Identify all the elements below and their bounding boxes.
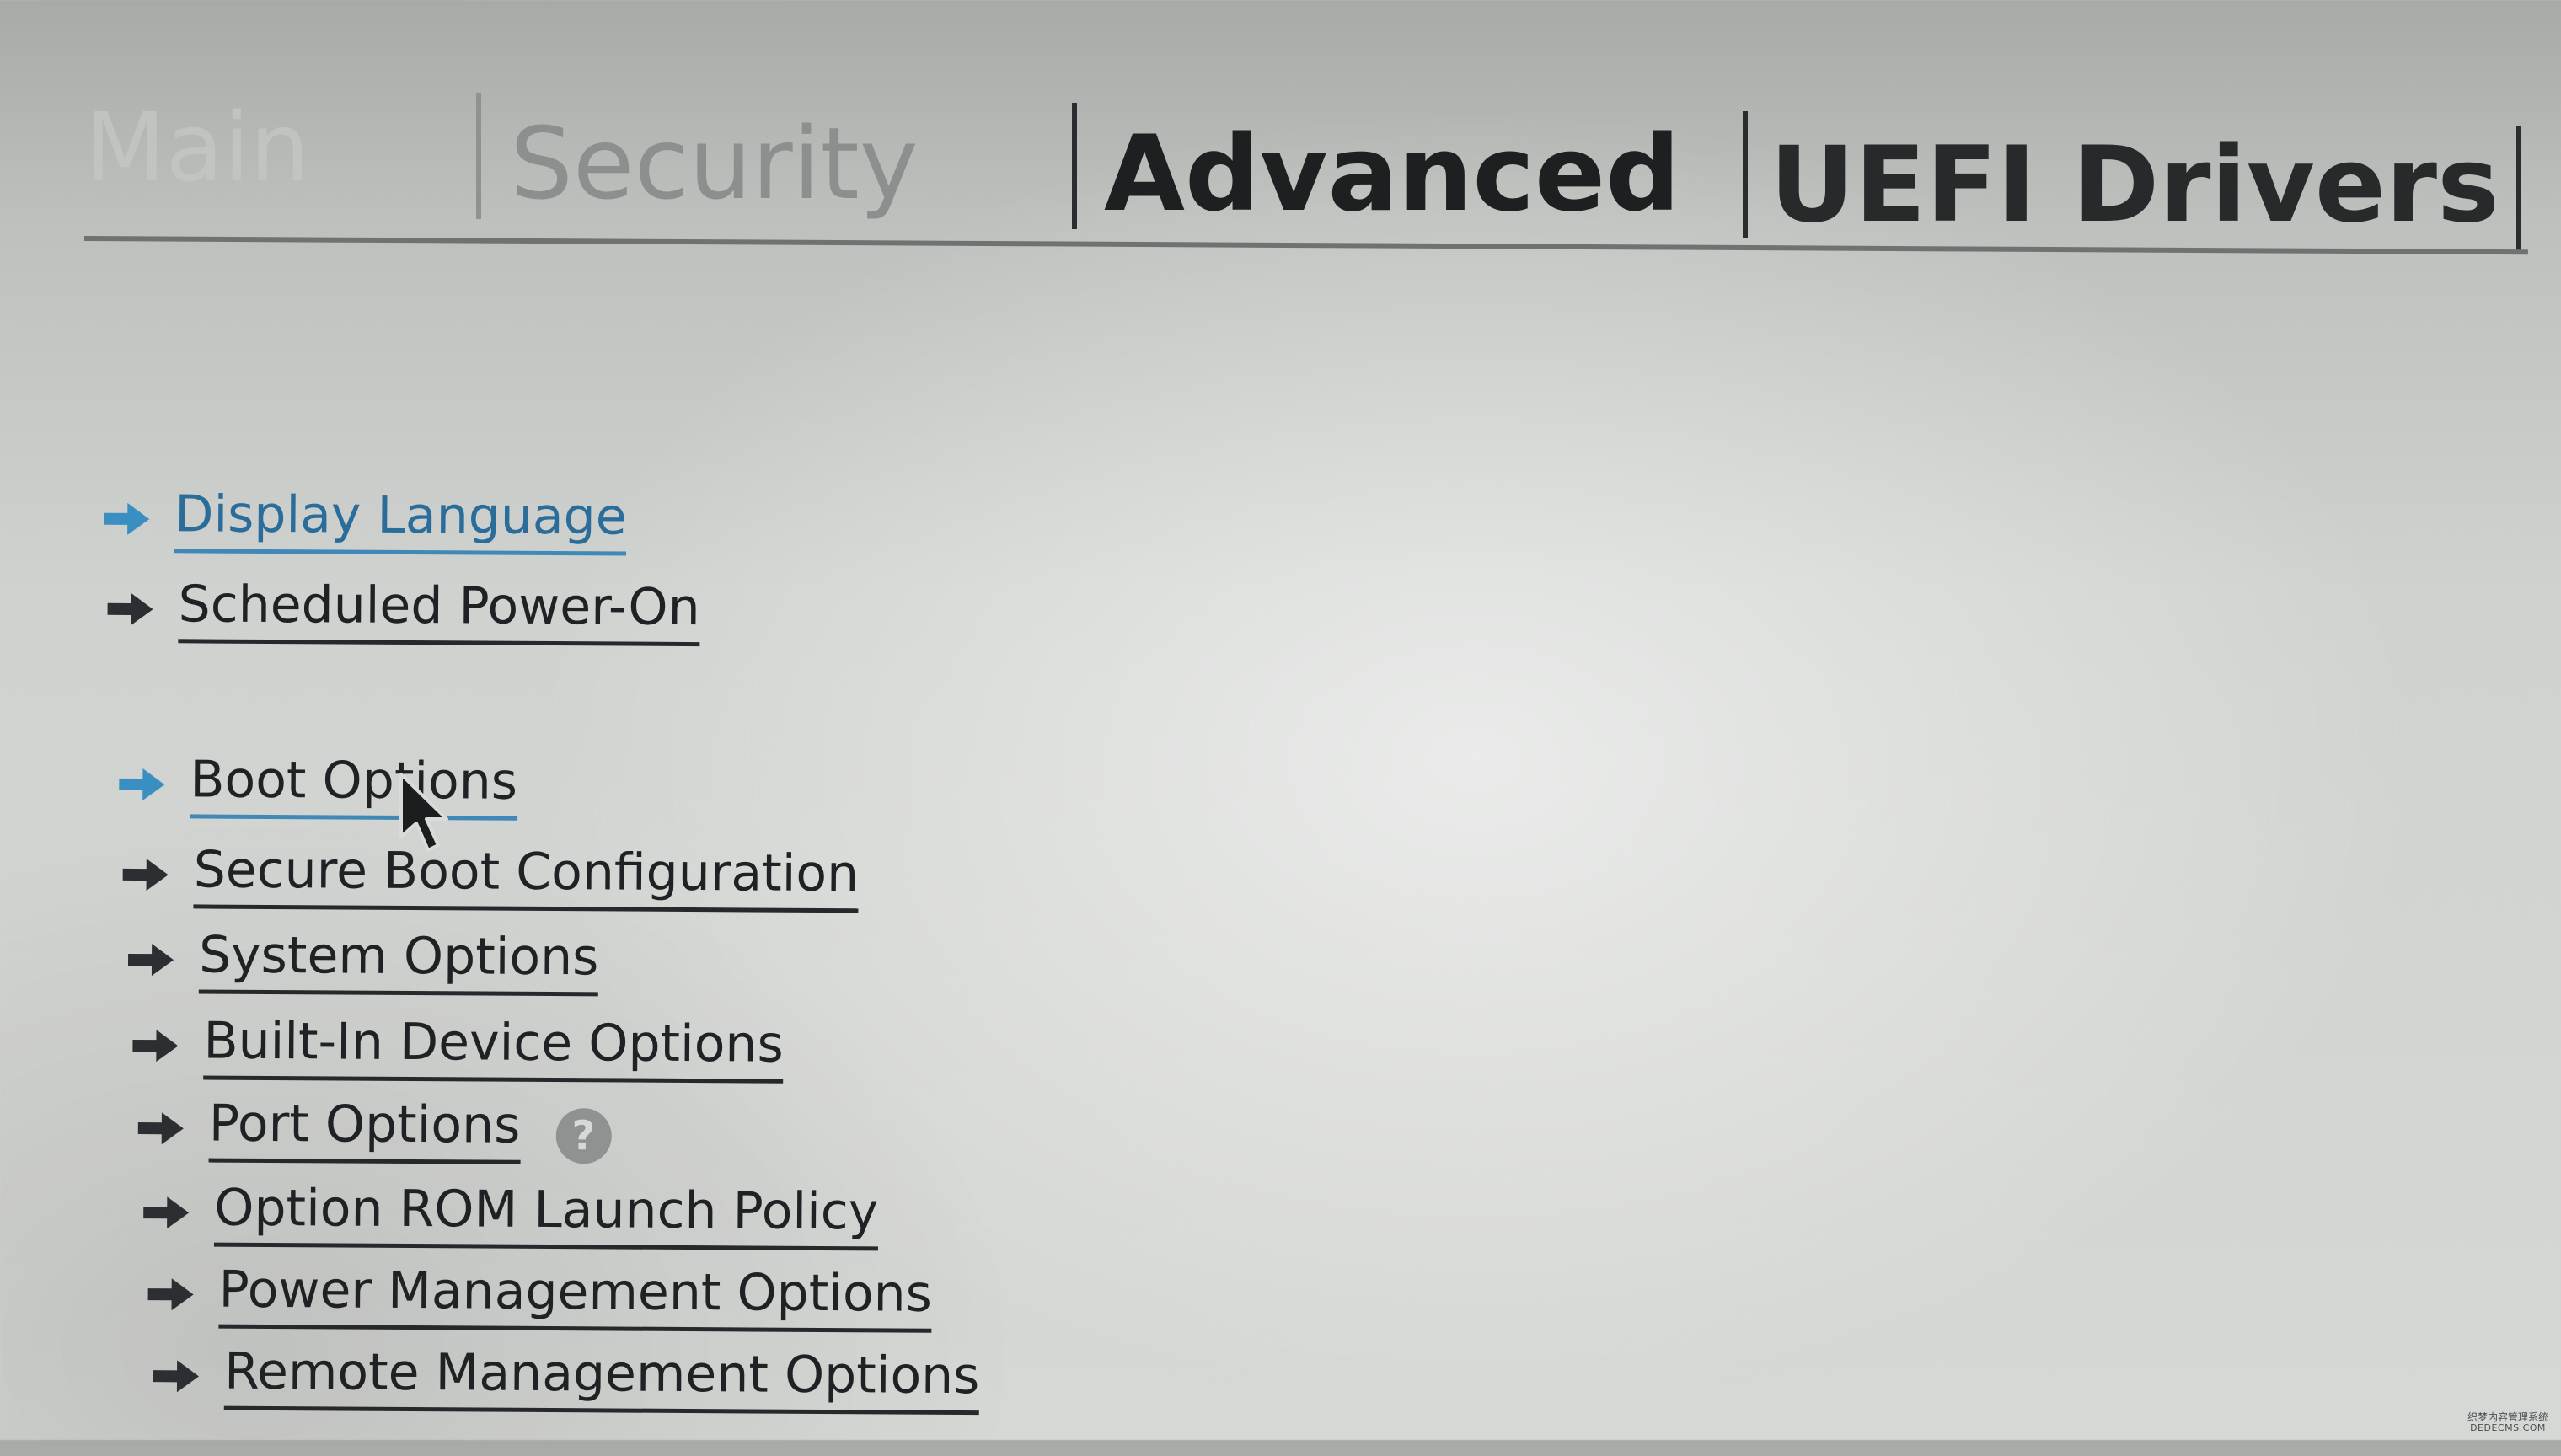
- menu-item-system-options[interactable]: System Options: [126, 925, 599, 997]
- menu-item-label[interactable]: Built-In Device Options: [203, 1011, 784, 1084]
- menu-item-port-options[interactable]: Port Options ?: [137, 1095, 612, 1164]
- menu-item-label[interactable]: Remote Management Options: [223, 1342, 980, 1416]
- menu-item-label[interactable]: Power Management Options: [218, 1261, 932, 1333]
- menu-item-label[interactable]: Display Language: [174, 484, 627, 556]
- right-arrow-icon: [117, 766, 166, 803]
- menu-item-built-in-device-options[interactable]: Built-In Device Options: [131, 1011, 784, 1084]
- advanced-menu: Display Language Scheduled Power-On Boot…: [0, 0, 2561, 1456]
- right-arrow-icon: [146, 1276, 195, 1313]
- right-arrow-icon: [121, 856, 170, 893]
- menu-item-label[interactable]: Scheduled Power-On: [178, 575, 700, 647]
- right-arrow-icon: [126, 941, 175, 978]
- menu-item-boot-options[interactable]: Boot Options: [117, 750, 517, 821]
- right-arrow-icon: [131, 1027, 179, 1064]
- menu-item-label[interactable]: Secure Boot Configuration: [193, 840, 859, 913]
- watermark: 织梦内容管理系统 DEDECMS.COM: [2462, 1410, 2554, 1433]
- menu-item-secure-boot-configuration[interactable]: Secure Boot Configuration: [121, 840, 859, 913]
- menu-item-power-management-options[interactable]: Power Management Options: [146, 1261, 932, 1333]
- mouse-pointer-icon: [396, 771, 455, 855]
- bios-setup-screen: Main Security Advanced UEFI Drivers Disp…: [0, 0, 2561, 1440]
- watermark-line: 织梦内容管理系统: [2467, 1410, 2548, 1423]
- menu-item-label[interactable]: Option ROM Launch Policy: [213, 1179, 878, 1251]
- right-arrow-icon: [152, 1357, 201, 1394]
- menu-item-label[interactable]: System Options: [198, 925, 599, 997]
- menu-item-option-rom-launch-policy[interactable]: Option ROM Launch Policy: [142, 1179, 878, 1251]
- menu-item-scheduled-power-on[interactable]: Scheduled Power-On: [105, 575, 700, 647]
- menu-item-display-language[interactable]: Display Language: [102, 484, 627, 556]
- right-arrow-icon: [142, 1194, 190, 1231]
- right-arrow-icon: [105, 591, 154, 628]
- right-arrow-icon: [137, 1110, 185, 1147]
- menu-item-remote-management-options[interactable]: Remote Management Options: [152, 1342, 980, 1416]
- right-arrow-icon: [102, 500, 151, 538]
- watermark-line: DEDECMS.COM: [2470, 1421, 2546, 1433]
- menu-item-label[interactable]: Boot Options: [190, 750, 517, 821]
- menu-item-label[interactable]: Port Options: [208, 1095, 521, 1164]
- help-icon[interactable]: ?: [555, 1108, 612, 1164]
